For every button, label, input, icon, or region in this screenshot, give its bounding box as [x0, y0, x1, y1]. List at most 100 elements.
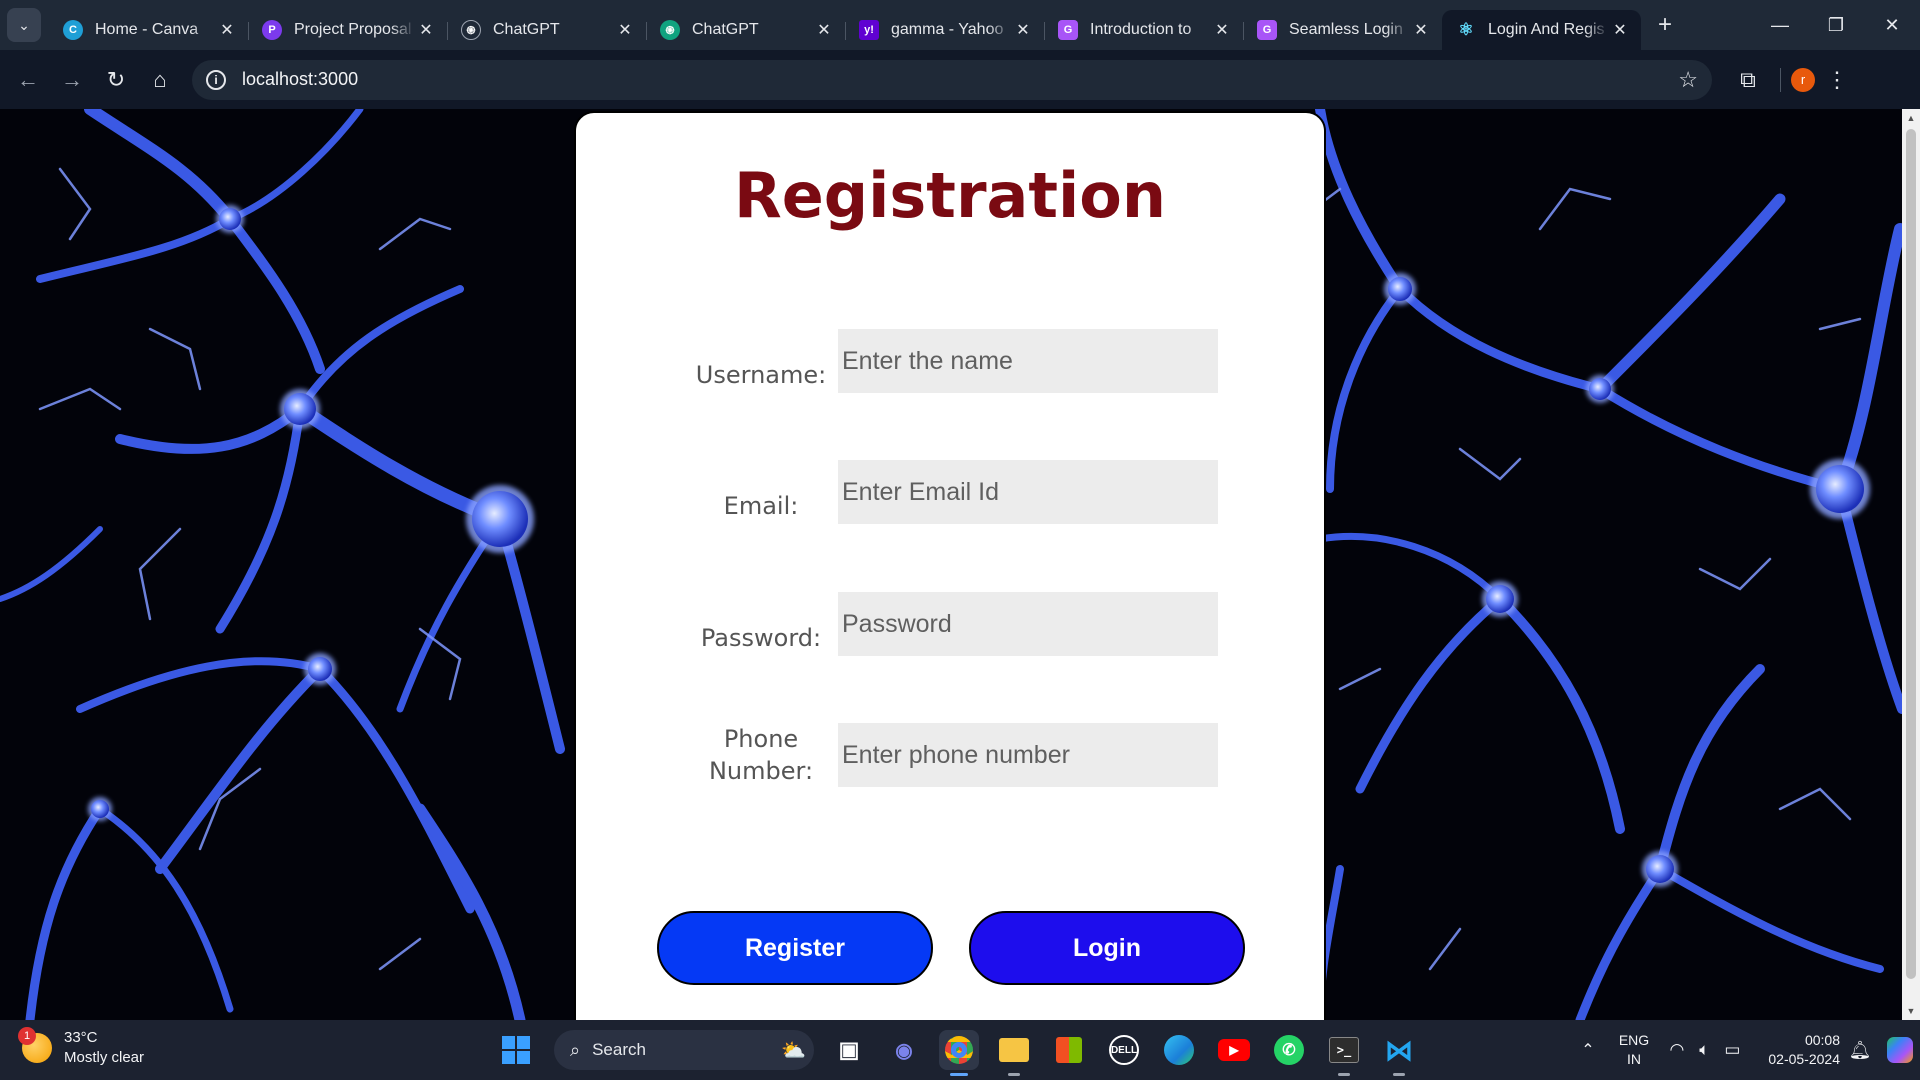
search-label: Search — [592, 1040, 646, 1059]
tab-seamless-login[interactable]: G Seamless Login ✕ — [1243, 10, 1442, 50]
scrollbar-thumb[interactable] — [1906, 129, 1916, 979]
tab-title: Seamless Login — [1289, 21, 1403, 38]
weather-description: Mostly clear — [64, 1049, 145, 1066]
terminal-icon[interactable]: >_ — [1324, 1030, 1364, 1076]
profile-avatar[interactable]: r — [1791, 67, 1815, 92]
username-label: Username: — [695, 361, 827, 389]
chatgpt-icon: ֎ — [461, 20, 481, 40]
wifi-icon[interactable]: ◠ — [1669, 1040, 1684, 1060]
username-input[interactable] — [838, 329, 1218, 393]
volume-icon[interactable]: 🔈︎ — [1699, 1040, 1709, 1060]
weather-widget[interactable]: 1 33°C Mostly clear — [18, 1027, 145, 1068]
taskbar-search[interactable]: ⌕ Search ⛅ — [554, 1030, 814, 1070]
scroll-down-icon[interactable]: ▼ — [1902, 1006, 1920, 1016]
bookmark-star-icon[interactable]: ☆ — [1678, 67, 1698, 93]
tab-title: Project Proposal — [294, 21, 412, 38]
registration-card: Registration Username: Email: Password: … — [574, 111, 1326, 1020]
chrome-icon[interactable] — [939, 1030, 979, 1076]
back-arrow-icon[interactable]: ← — [6, 58, 50, 102]
reload-icon[interactable]: ↻ — [94, 58, 138, 102]
windows-start-icon[interactable] — [496, 1030, 536, 1070]
forward-arrow-icon[interactable]: → — [50, 58, 94, 102]
copilot-icon[interactable] — [1880, 1032, 1920, 1068]
canva-icon: C — [63, 20, 83, 40]
tab-title: Home - Canva — [95, 21, 199, 38]
close-tab-icon[interactable]: ✕ — [1609, 20, 1631, 40]
language-code: ENG — [1618, 1032, 1650, 1048]
search-icon: ⌕ — [570, 1039, 581, 1060]
close-tab-icon[interactable]: ✕ — [1012, 20, 1034, 40]
home-icon[interactable]: ⌂ — [138, 58, 182, 102]
register-button[interactable]: Register — [657, 911, 933, 985]
tab-chatgpt-2[interactable]: ֎ ChatGPT ✕ — [646, 10, 845, 50]
tab-title: Introduction to — [1090, 21, 1192, 38]
password-label: Password: — [700, 624, 822, 652]
tab-chatgpt-1[interactable]: ֎ ChatGPT ✕ — [447, 10, 646, 50]
address-bar[interactable]: i localhost:3000 ☆ — [192, 59, 1712, 100]
tab-title: ChatGPT — [493, 21, 560, 38]
extensions-puzzle-icon[interactable]: ⧉ — [1726, 67, 1770, 93]
close-tab-icon[interactable]: ✕ — [813, 20, 835, 40]
show-hidden-icons-icon[interactable]: ⌃ — [1570, 1040, 1606, 1060]
time-text: 00:08 — [1804, 1032, 1840, 1048]
date-text: 02-05-2024 — [1768, 1051, 1840, 1067]
tab-login-and-register[interactable]: ⚛ Login And Regis ✕ — [1442, 10, 1641, 50]
tab-project-proposal[interactable]: P Project Proposal ✕ — [248, 10, 447, 50]
close-tab-icon[interactable]: ✕ — [415, 20, 437, 40]
site-info-icon[interactable]: i — [206, 69, 226, 90]
tab-list: C Home - Canva ✕ P Project Proposal ✕ ֎ … — [49, 0, 1641, 50]
kebab-menu-icon[interactable]: ⋮ — [1815, 67, 1859, 93]
task-view-icon[interactable]: ▣ — [829, 1030, 869, 1070]
region-code: IN — [1627, 1051, 1641, 1067]
password-input[interactable] — [838, 592, 1218, 656]
tab-home-canva[interactable]: C Home - Canva ✕ — [49, 10, 248, 50]
close-tab-icon[interactable]: ✕ — [1410, 20, 1432, 40]
gamma-icon: G — [1058, 20, 1078, 40]
login-button[interactable]: Login — [969, 911, 1245, 985]
tab-introduction[interactable]: G Introduction to ✕ — [1044, 10, 1243, 50]
restore-icon[interactable]: ❐ — [1808, 0, 1864, 50]
tab-title: gamma - Yahoo — [891, 21, 1004, 38]
close-tab-icon[interactable]: ✕ — [1211, 20, 1233, 40]
page-title: Registration — [733, 159, 1166, 232]
minimize-icon[interactable]: — — [1752, 0, 1808, 50]
tab-search-button[interactable]: ⌄ — [7, 8, 41, 42]
language-indicator[interactable]: ENG IN — [1606, 1031, 1662, 1069]
windows-taskbar: 1 33°C Mostly clear ⌕ Search ⛅ ▣ ◉ DELL … — [0, 1020, 1920, 1080]
tab-title: Login And Regis — [1488, 21, 1605, 38]
gamma-icon: G — [1257, 20, 1277, 40]
vscode-icon[interactable]: ⋈ — [1379, 1030, 1419, 1076]
youtube-icon[interactable]: ▶ — [1214, 1030, 1254, 1070]
email-label: Email: — [723, 492, 799, 520]
yahoo-icon: y! — [859, 20, 879, 40]
phone-input[interactable] — [838, 723, 1218, 787]
phone-label: Phone Number: — [708, 725, 814, 785]
search-highlight-icon: ⛅ — [781, 1039, 806, 1062]
taskbar-apps: ⌕ Search ⛅ ▣ ◉ DELL ▶ ✆ >_ ⋈ — [496, 1020, 1419, 1080]
edge-icon[interactable] — [1159, 1030, 1199, 1070]
close-tab-icon[interactable]: ✕ — [216, 20, 238, 40]
new-tab-button[interactable]: + — [1645, 5, 1685, 45]
close-tab-icon[interactable]: ✕ — [614, 20, 636, 40]
page-scrollbar[interactable]: ▲ ▼ — [1902, 109, 1920, 1020]
microsoft-store-icon[interactable] — [1049, 1030, 1089, 1070]
notification-badge: 1 — [18, 1027, 36, 1045]
clock[interactable]: 00:08 02-05-2024 — [1748, 1031, 1840, 1069]
tab-gamma-yahoo[interactable]: y! gamma - Yahoo ✕ — [845, 10, 1044, 50]
browser-toolbar: ← → ↻ ⌂ i localhost:3000 ☆ ⧉ r ⋮ — [0, 50, 1920, 109]
email-input[interactable] — [838, 460, 1218, 524]
system-tray: ⌃ ENG IN ◠ 🔈︎ ▭ 00:08 02-05-2024 🔔︎ — [1570, 1020, 1920, 1080]
weather-moon-icon: 1 — [18, 1027, 52, 1063]
weather-temperature: 33°C — [64, 1029, 98, 1046]
dell-icon[interactable]: DELL — [1104, 1030, 1144, 1070]
teams-meet-icon[interactable]: ◉ — [884, 1030, 924, 1070]
url-text: localhost:3000 — [242, 69, 359, 89]
scroll-up-icon[interactable]: ▲ — [1902, 113, 1920, 123]
window-controls: — ❐ ✕ — [1752, 0, 1920, 50]
tab-title: ChatGPT — [692, 21, 759, 38]
notification-bell-icon[interactable]: 🔔︎ — [1840, 1040, 1880, 1061]
whatsapp-icon[interactable]: ✆ — [1269, 1030, 1309, 1070]
battery-icon[interactable]: ▭ — [1724, 1040, 1740, 1060]
file-explorer-icon[interactable] — [994, 1030, 1034, 1076]
close-window-icon[interactable]: ✕ — [1864, 0, 1920, 50]
